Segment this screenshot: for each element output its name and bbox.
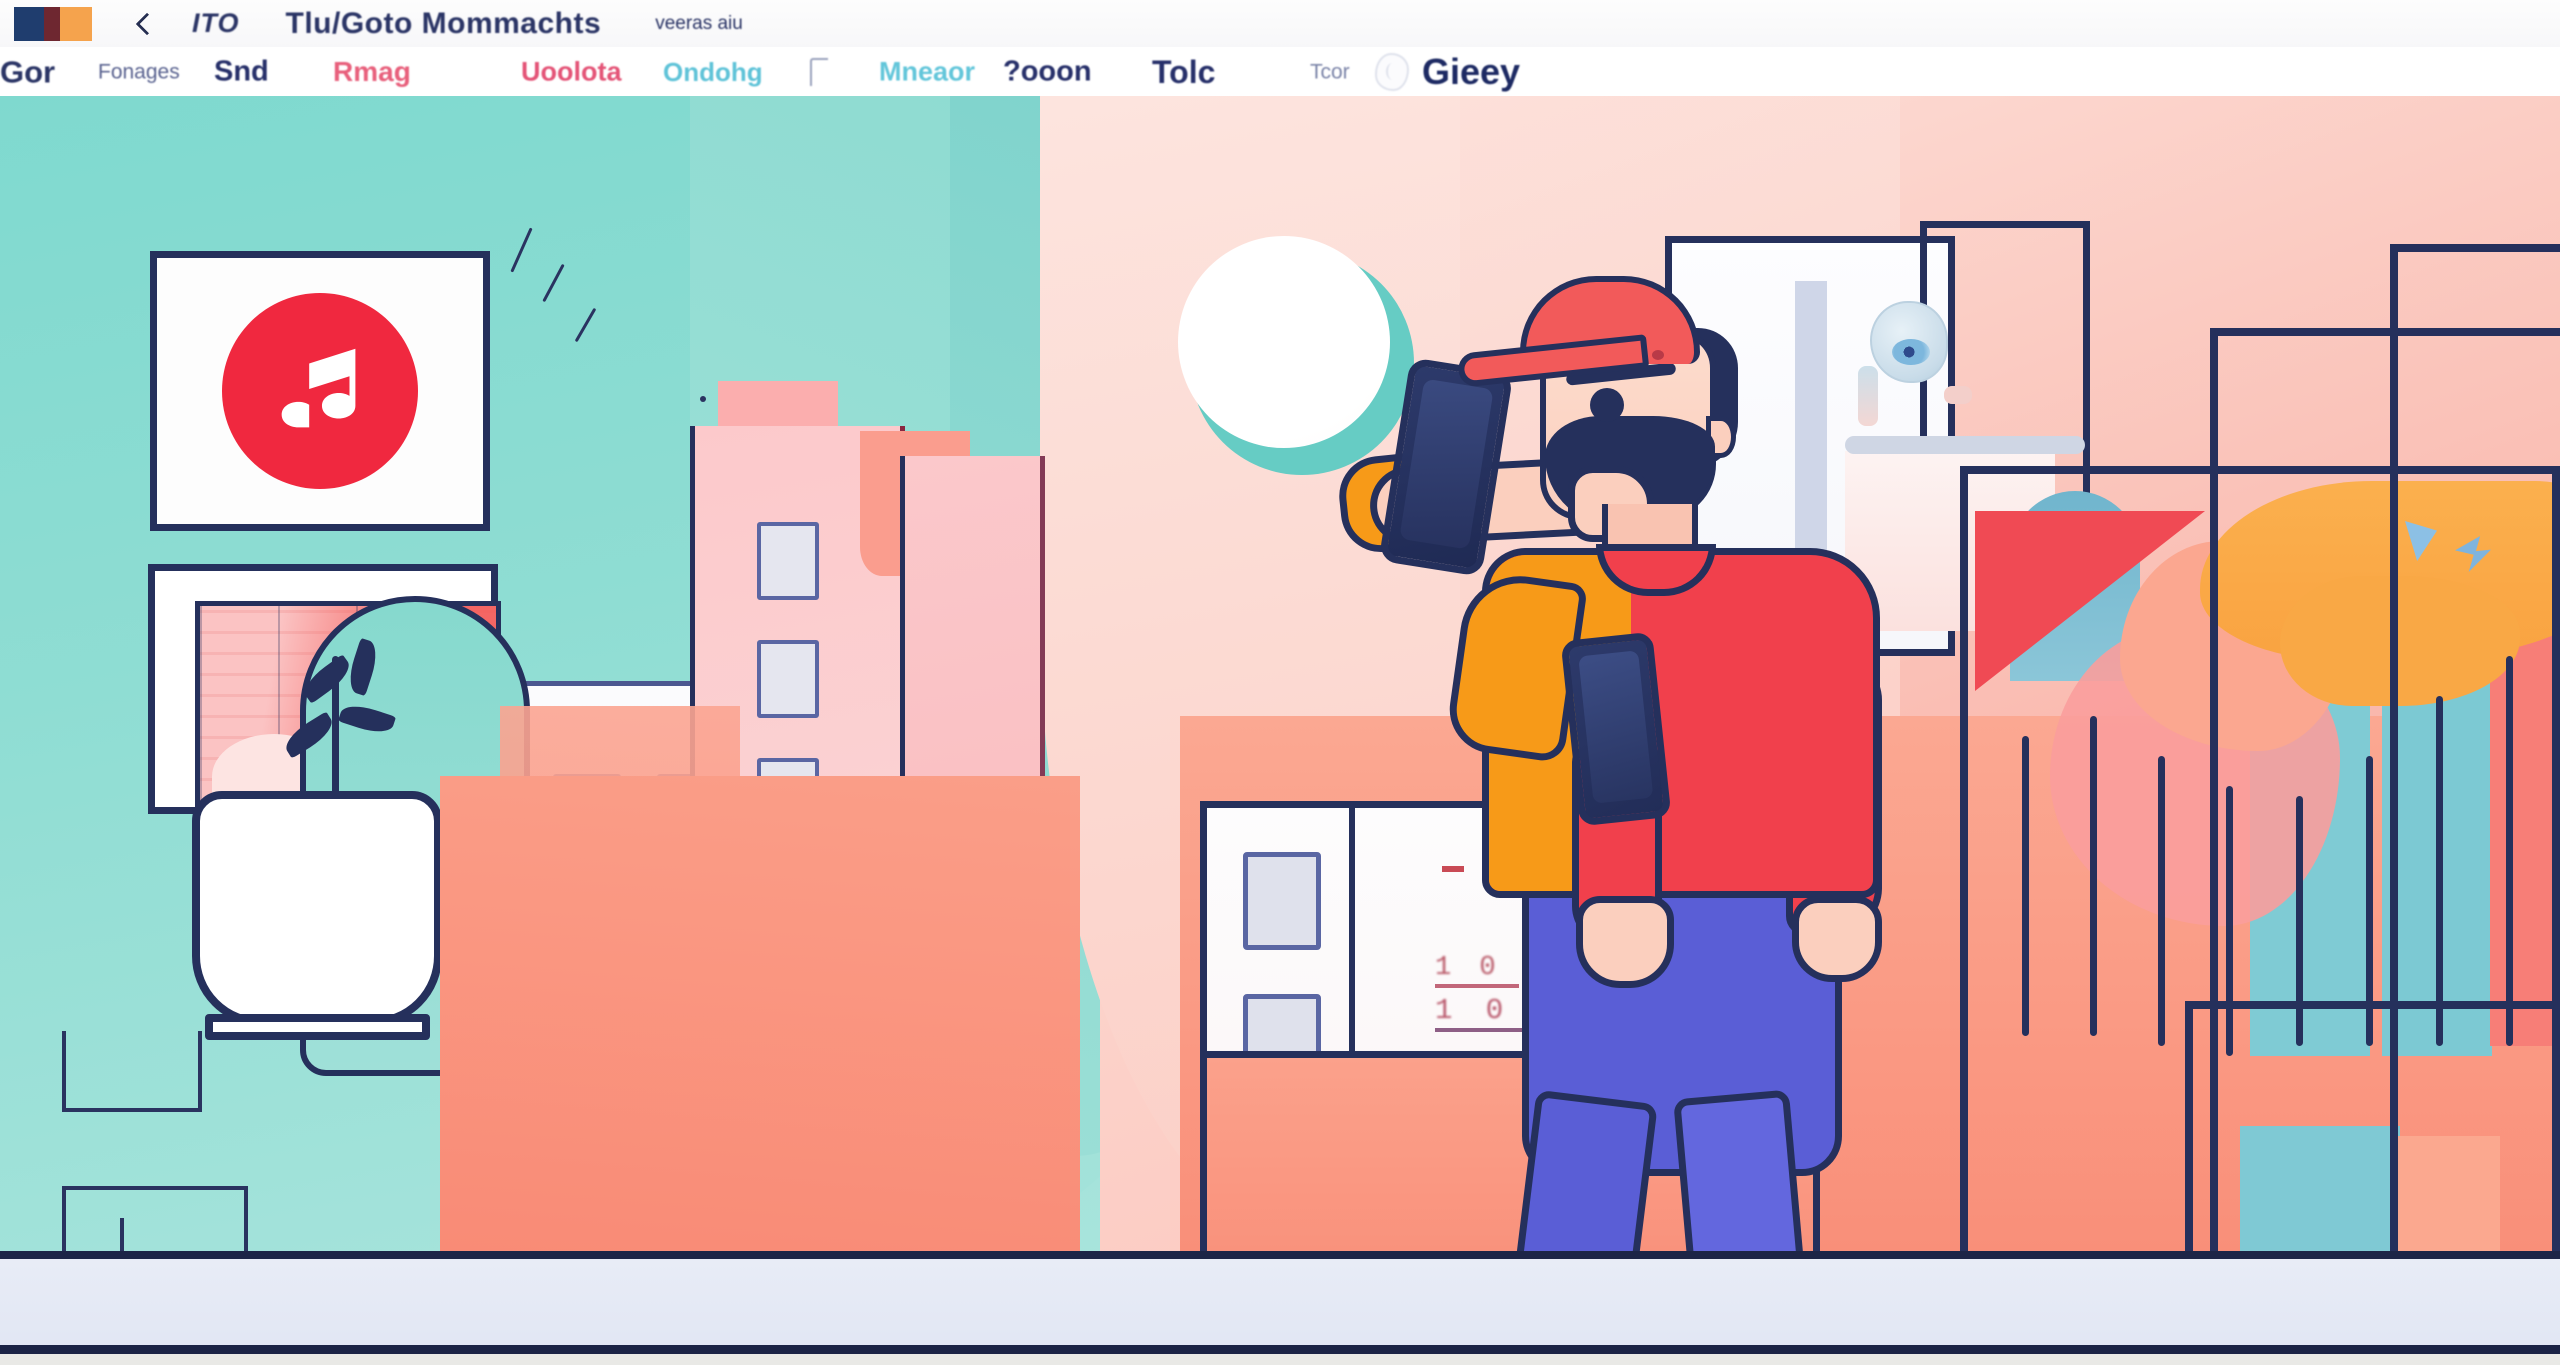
window-pane: [757, 522, 819, 600]
back-chevron-icon[interactable]: [132, 7, 158, 41]
cap-button: [1652, 350, 1664, 360]
window-pane: [757, 640, 819, 718]
secondary-smartphone[interactable]: [1560, 631, 1672, 827]
railing-post: [2090, 716, 2097, 1036]
wall-line: [62, 1108, 202, 1112]
logo-block-orange: [60, 6, 92, 41]
nav-item-tolc[interactable]: Tolc: [1152, 56, 1215, 88]
navigation-bar: Gor Fonages Snd Rmag Uoolota Ondohg Mneaor ?ooo…: [0, 47, 2560, 97]
railing-post: [2296, 796, 2303, 1046]
below-floor-strip: [0, 1354, 2560, 1365]
logo-block-navy: [14, 6, 44, 41]
railing-post: [2436, 696, 2443, 1046]
nav-item-uoolota[interactable]: Uoolota: [521, 58, 622, 85]
eye: [1590, 388, 1624, 422]
sun-disc: [1178, 236, 1390, 448]
blob-glyph[interactable]: [1375, 52, 1409, 91]
nav-item-fonages[interactable]: Fonages: [98, 61, 180, 82]
nav-item-rmag[interactable]: Rmag: [333, 57, 411, 86]
wall-line: [62, 1186, 248, 1190]
nav-item-gieey[interactable]: Gieey: [1422, 53, 1520, 90]
title-subtitle: veeras aiu: [655, 12, 743, 34]
illustration-canvas: 1 0 1 0 0 0: [0, 96, 2560, 1365]
wall-line: [198, 1031, 202, 1111]
music-note-icon: [281, 348, 356, 428]
railing-post: [2158, 756, 2165, 1046]
cabinet-panel: [1243, 852, 1321, 950]
railing-post: [2022, 736, 2029, 1036]
browser-window: ITO Tlu/Goto Mommachts veeras aiu Gor Fon…: [0, 0, 2560, 1365]
browser-title-bar: ITO Tlu/Goto Mommachts veeras aiu: [0, 0, 2560, 47]
title-prefix: ITO: [192, 8, 240, 38]
music-app-poster[interactable]: [150, 251, 490, 531]
wall-dot: [700, 396, 706, 402]
floor-edge-line: [0, 1345, 2560, 1354]
coral-band: [440, 776, 1080, 1251]
plant-pot-base: [205, 1014, 430, 1040]
page-title: Tlu/Goto Mommachts: [285, 6, 602, 40]
primary-smartphone[interactable]: [1378, 357, 1514, 577]
nav-item-ondohg[interactable]: Ondohg: [663, 59, 763, 85]
nav-item-snd[interactable]: Snd: [214, 57, 269, 86]
railing-post: [2226, 786, 2233, 1056]
nav-item-tcor[interactable]: Tcor: [1310, 61, 1350, 82]
left-hand: [1576, 896, 1674, 988]
railing-post: [2506, 656, 2513, 1046]
nav-item-mneaor[interactable]: Mneaor: [879, 58, 975, 85]
wall-line: [62, 1031, 66, 1111]
right-hand: [1792, 896, 1882, 982]
railing-post: [2366, 756, 2373, 1046]
nav-item-ooon[interactable]: ?ooon: [1003, 57, 1092, 86]
nav-item-gor[interactable]: Gor: [0, 56, 55, 87]
brand-blocks-logo[interactable]: [14, 6, 92, 41]
plant-pot: [192, 791, 442, 1026]
person-figure: [1335, 276, 1950, 1365]
bracket-glyph: [810, 57, 828, 86]
logo-block-maroon: [44, 6, 60, 41]
